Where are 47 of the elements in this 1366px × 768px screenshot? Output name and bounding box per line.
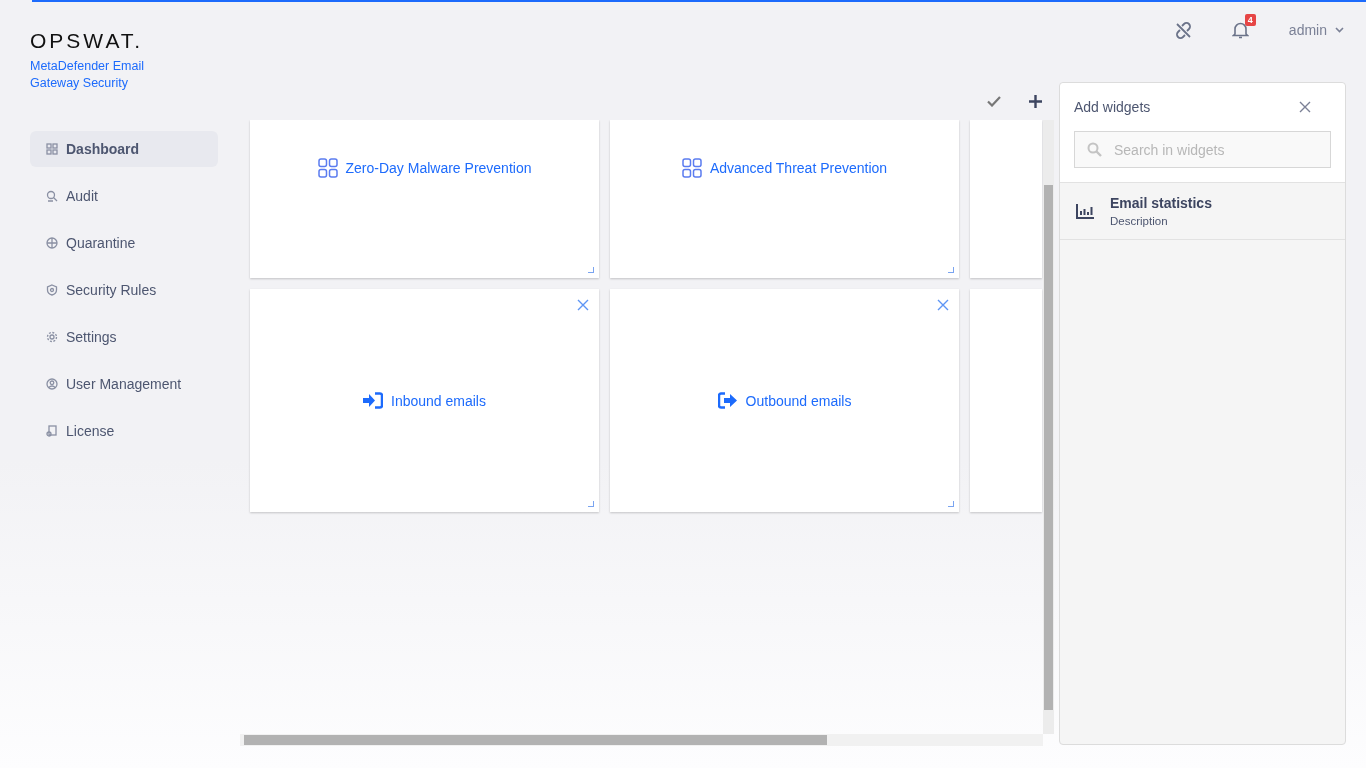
search-icon bbox=[1087, 142, 1102, 157]
add-button[interactable] bbox=[1029, 94, 1042, 108]
nav-item[interactable]: Dashboard bbox=[30, 131, 218, 167]
resize-handle[interactable] bbox=[588, 501, 594, 507]
resize-handle[interactable] bbox=[588, 267, 594, 273]
chevron-down-icon bbox=[1335, 27, 1344, 33]
logo: OPSWAT. bbox=[30, 30, 145, 52]
document-search-icon bbox=[46, 190, 58, 202]
gear-icon bbox=[46, 331, 58, 343]
widget-title: Advanced Threat Prevention bbox=[681, 158, 888, 178]
user-menu[interactable]: admin bbox=[1288, 22, 1344, 38]
sign-in-icon bbox=[363, 392, 383, 409]
unlink-icon[interactable] bbox=[1174, 21, 1192, 39]
nav-item[interactable]: Security Rules bbox=[30, 272, 218, 308]
panel-title: Add widgets bbox=[1074, 99, 1151, 115]
nav-item[interactable]: Quarantine bbox=[30, 225, 218, 261]
nav-item[interactable]: Audit bbox=[30, 178, 218, 214]
nav-item[interactable]: User Management bbox=[30, 366, 218, 402]
widget-title: Zero-Day Malware Prevention bbox=[317, 158, 532, 178]
bar-chart-icon bbox=[1076, 203, 1095, 219]
close-button[interactable] bbox=[577, 299, 589, 311]
grid-icon bbox=[317, 158, 338, 178]
grid-icon bbox=[46, 143, 58, 155]
user-icon bbox=[46, 378, 58, 390]
vertical-scrollbar[interactable] bbox=[1043, 120, 1054, 734]
widget-name: Email statistics bbox=[1110, 195, 1212, 211]
license-icon bbox=[46, 425, 58, 437]
resize-handle[interactable] bbox=[948, 501, 954, 507]
globe-icon bbox=[46, 237, 58, 249]
sign-out-icon bbox=[717, 392, 738, 409]
widget-list-item[interactable]: Email statistics Description bbox=[1060, 183, 1345, 240]
widget-title: Outbound emails bbox=[717, 392, 852, 409]
widget-title: Inbound emails bbox=[363, 392, 486, 409]
widget-description: Description bbox=[1110, 215, 1169, 227]
check-button[interactable] bbox=[987, 95, 1001, 107]
horizontal-scrollbar[interactable] bbox=[240, 734, 1043, 746]
product-name: MetaDefender Email Gateway Security bbox=[30, 58, 145, 92]
shield-icon bbox=[46, 284, 58, 296]
close-button[interactable] bbox=[1299, 101, 1311, 113]
bell-icon[interactable] bbox=[1231, 21, 1249, 39]
nav-item[interactable]: License bbox=[30, 413, 218, 449]
search-field[interactable]: Search in widgets bbox=[1074, 131, 1331, 168]
close-button[interactable] bbox=[937, 299, 949, 311]
nav-item[interactable]: Settings bbox=[30, 319, 218, 355]
grid-icon bbox=[681, 158, 702, 178]
notification-badge: 4 bbox=[1244, 14, 1256, 26]
resize-handle[interactable] bbox=[948, 267, 954, 273]
